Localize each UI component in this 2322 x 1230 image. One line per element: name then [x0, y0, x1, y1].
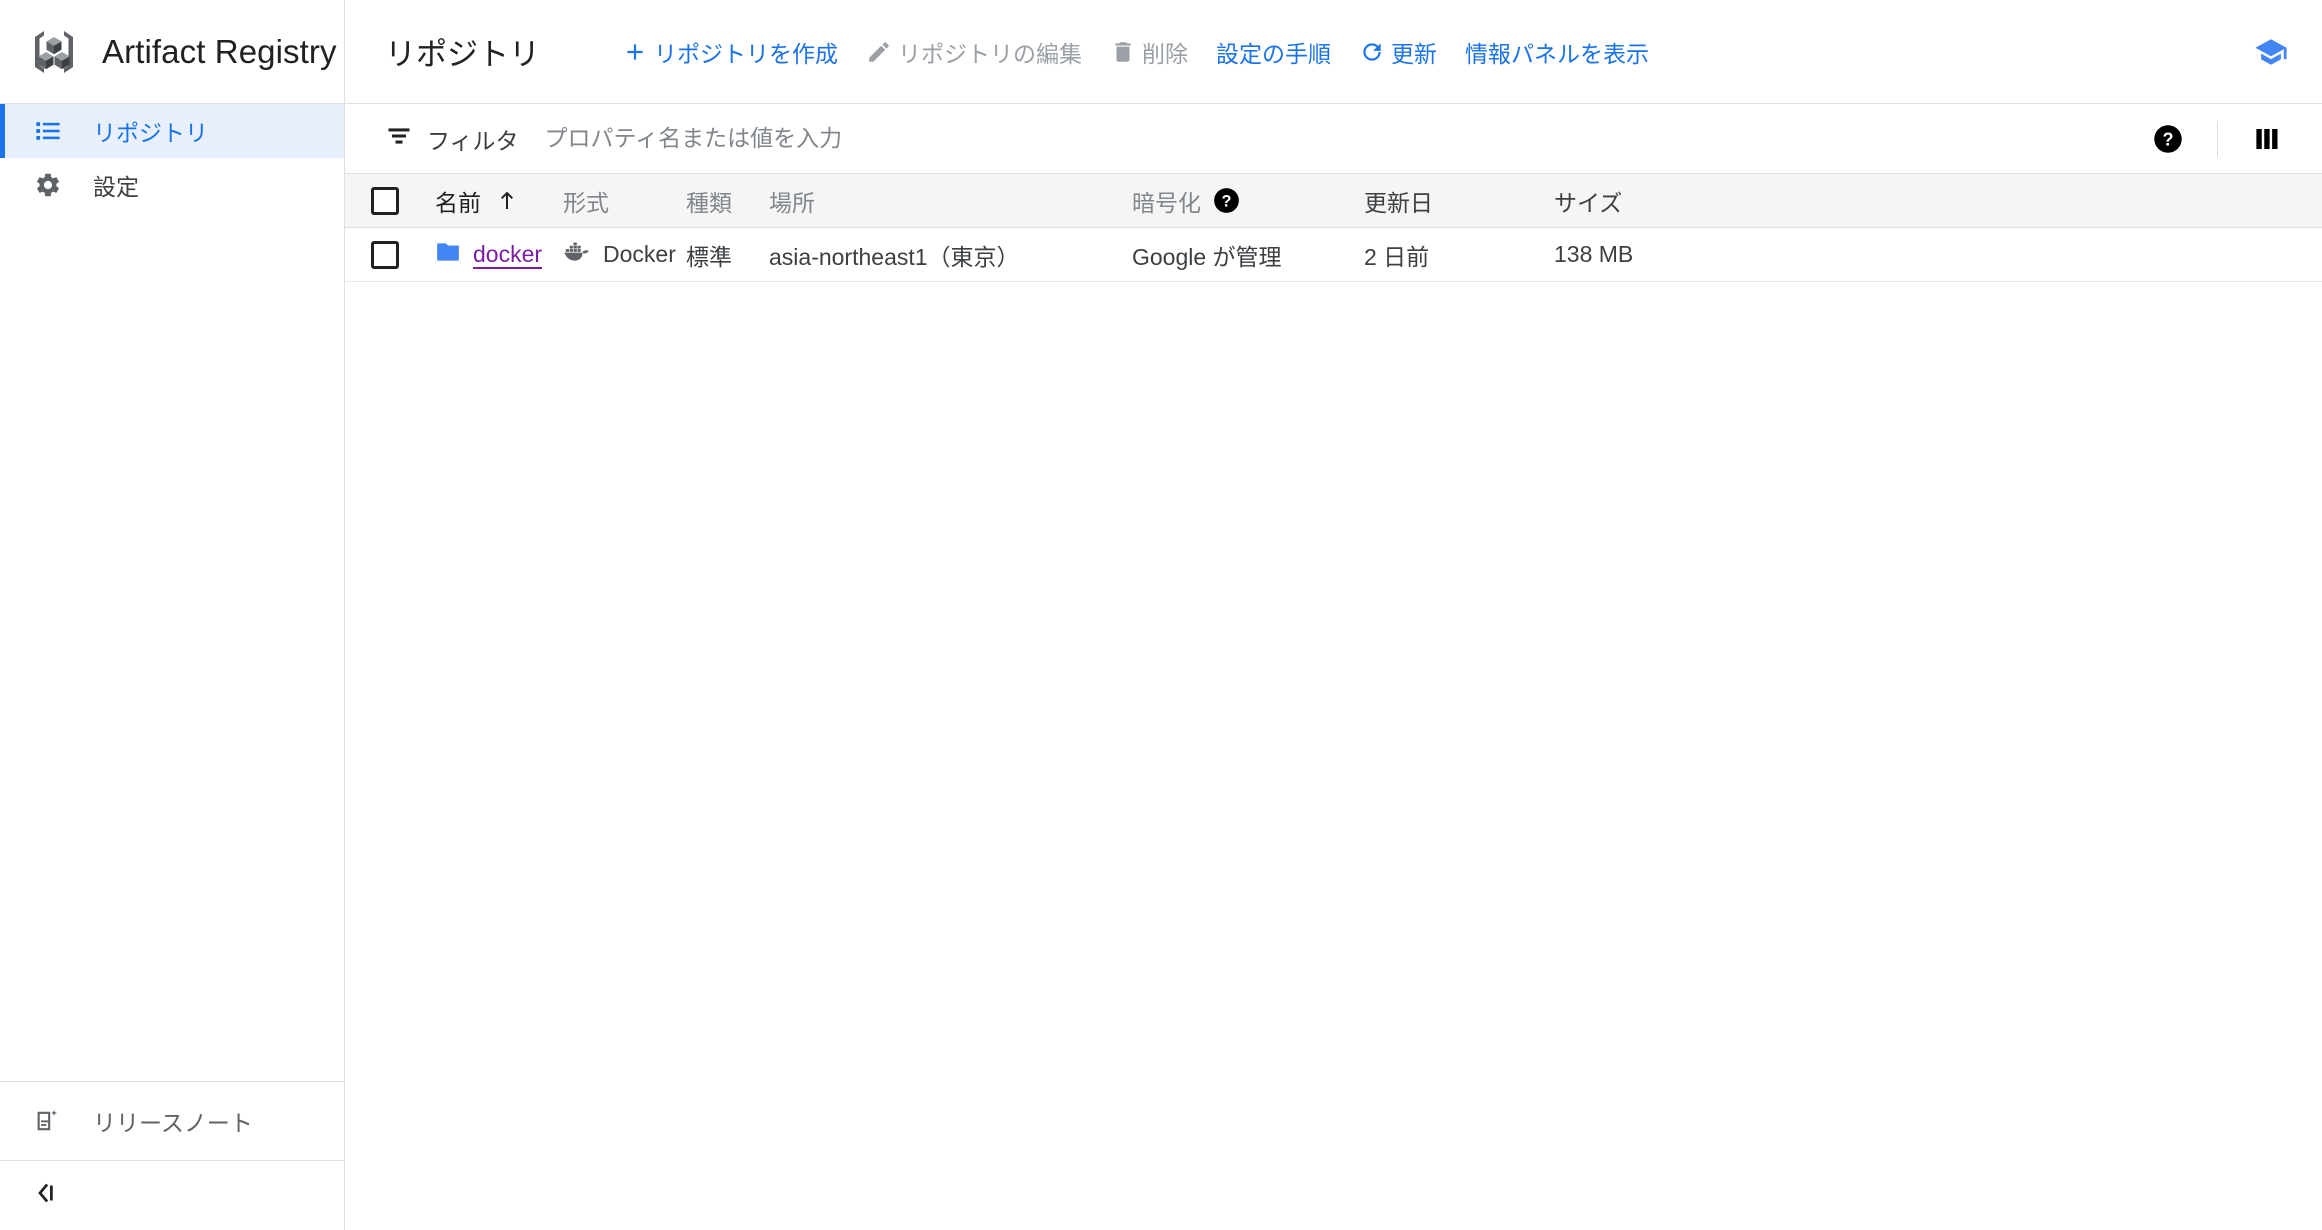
table-empty-space	[345, 282, 2322, 1230]
create-repository-label: リポジトリを作成	[654, 40, 838, 67]
table-header-row: 名前 形式 種類 場所 暗号化 ? 更新日 サイズ	[345, 174, 2322, 228]
filter-icon	[385, 122, 413, 155]
column-header-name-label: 名前	[435, 189, 481, 216]
sidebar-item-repositories[interactable]: リポジトリ	[0, 104, 344, 158]
create-repository-button[interactable]: リポジトリを作成	[608, 27, 852, 77]
column-display-icon[interactable]	[2244, 116, 2290, 162]
artifact-registry-cubes-logo-icon	[28, 26, 80, 78]
sidebar-item-release-notes[interactable]: リリースノート	[0, 1082, 344, 1160]
svg-text:?: ?	[2162, 129, 2173, 149]
column-header-kind-label: 種類	[686, 189, 732, 216]
cell-name: docker	[435, 239, 563, 271]
column-header-size-label: サイズ	[1554, 189, 1623, 216]
cell-kind: 標準	[686, 238, 769, 272]
delete-button[interactable]: 削除	[1096, 27, 1202, 77]
encryption-help-filled-icon[interactable]: ?	[1213, 187, 1240, 214]
column-header-name[interactable]: 名前	[435, 184, 563, 218]
setup-instructions-label: 設定の手順	[1216, 40, 1331, 67]
collapse-sidebar-button[interactable]	[0, 1160, 344, 1230]
show-info-panel-label: 情報パネルを表示	[1465, 40, 1649, 67]
column-header-format-label: 形式	[563, 189, 609, 216]
refresh-icon	[1359, 39, 1385, 65]
brand-title: Artifact Registry	[102, 33, 337, 70]
sidebar-item-repositories-label: リポジトリ	[93, 120, 208, 146]
filter-trigger[interactable]: フィルタ	[385, 122, 519, 156]
brand-header: Artifact Registry	[0, 0, 345, 104]
toolbar-divider	[2217, 120, 2218, 157]
select-all-checkbox[interactable]	[371, 186, 399, 215]
cell-format-text: Docker	[603, 241, 676, 267]
sidebar-item-settings-label: 設定	[93, 174, 139, 200]
artifact-registry-page: Artifact Registry リポジトリ リポジトリを作成 リポジトリの編…	[0, 0, 2322, 1230]
cell-updated-text: 2 日前	[1364, 243, 1430, 270]
repository-name-link[interactable]: docker	[473, 241, 542, 268]
cell-encryption-text: Google が管理	[1132, 243, 1282, 270]
cell-format: Docker	[563, 240, 686, 270]
filter-bar: フィルタ ?	[345, 104, 2322, 174]
cell-encryption: Google が管理	[1132, 238, 1364, 272]
help-filled-icon[interactable]: ?	[2145, 116, 2191, 162]
edit-repository-label: リポジトリの編集	[898, 40, 1082, 67]
cell-size-text: 138 MB	[1554, 241, 1634, 267]
repositories-table: 名前 形式 種類 場所 暗号化 ? 更新日 サイズ docker Docker …	[345, 174, 2322, 282]
refresh-label: 更新	[1391, 40, 1437, 67]
delete-label: 削除	[1142, 40, 1188, 67]
column-header-kind[interactable]: 種類	[686, 184, 769, 218]
select-all-cell	[345, 186, 435, 215]
action-toolbar: リポジトリ リポジトリを作成 リポジトリの編集 削除 設定の手順 更新 情報パネ…	[345, 0, 2322, 103]
row-checkbox[interactable]	[371, 240, 399, 269]
filter-label: フィルタ	[427, 127, 519, 154]
folder-icon	[435, 239, 461, 271]
row-select-cell	[345, 240, 435, 269]
sidebar-item-release-notes-label: リリースノート	[93, 1110, 253, 1136]
main-content: フィルタ ?	[345, 104, 2322, 1230]
column-header-updated[interactable]: 更新日	[1364, 184, 1554, 218]
column-header-encryption[interactable]: 暗号化 ?	[1132, 184, 1364, 218]
page-body: リポジトリ 設定 リリースノート フィルタ プロパティ名または値を入力 ? 名前…	[0, 104, 2322, 1230]
refresh-button[interactable]: 更新	[1345, 27, 1451, 77]
column-header-updated-label: 更新日	[1364, 189, 1433, 216]
column-header-location[interactable]: 場所	[769, 184, 1132, 218]
edit-repository-button[interactable]: リポジトリの編集	[852, 27, 1096, 77]
cell-location: asia-northeast1（東京）	[769, 238, 1132, 272]
release-notes-icon	[31, 1107, 65, 1135]
filter-bar-tools: ?	[2145, 116, 2290, 162]
graduation-cap-icon[interactable]	[2248, 29, 2294, 75]
docker-whale-icon	[563, 240, 591, 270]
cell-size: 138 MB	[1554, 241, 2322, 268]
page-title: リポジトリ	[385, 37, 540, 72]
gear-icon	[31, 171, 65, 199]
column-header-format[interactable]: 形式	[563, 184, 686, 218]
top-bar: Artifact Registry リポジトリ リポジトリを作成 リポジトリの編…	[0, 0, 2322, 104]
collapse-panel-icon	[30, 1178, 60, 1213]
cell-location-text: asia-northeast1（東京）	[769, 243, 1020, 270]
column-header-size[interactable]: サイズ	[1554, 184, 2322, 218]
setup-instructions-button[interactable]: 設定の手順	[1202, 27, 1345, 77]
pencil-icon	[866, 39, 892, 65]
column-header-location-label: 場所	[769, 189, 815, 216]
table-row[interactable]: docker Docker 標準 asia-northeast1（東京） Goo…	[345, 228, 2322, 282]
show-info-panel-button[interactable]: 情報パネルを表示	[1451, 27, 1663, 77]
sidebar-bottom: リリースノート	[0, 1081, 344, 1160]
column-header-encryption-label: 暗号化	[1132, 189, 1201, 216]
trash-icon	[1110, 39, 1136, 65]
sidebar-item-settings[interactable]: 設定	[0, 158, 344, 212]
sidebar: リポジトリ 設定 リリースノート	[0, 104, 345, 1230]
plus-icon	[622, 39, 648, 65]
sidebar-nav: リポジトリ 設定	[0, 104, 344, 212]
svg-text:?: ?	[1222, 192, 1232, 210]
cell-kind-text: 標準	[686, 243, 732, 270]
filter-input[interactable]	[544, 125, 2145, 152]
cell-updated: 2 日前	[1364, 238, 1554, 272]
sort-ascending-icon	[495, 189, 519, 213]
list-icon	[31, 117, 65, 145]
